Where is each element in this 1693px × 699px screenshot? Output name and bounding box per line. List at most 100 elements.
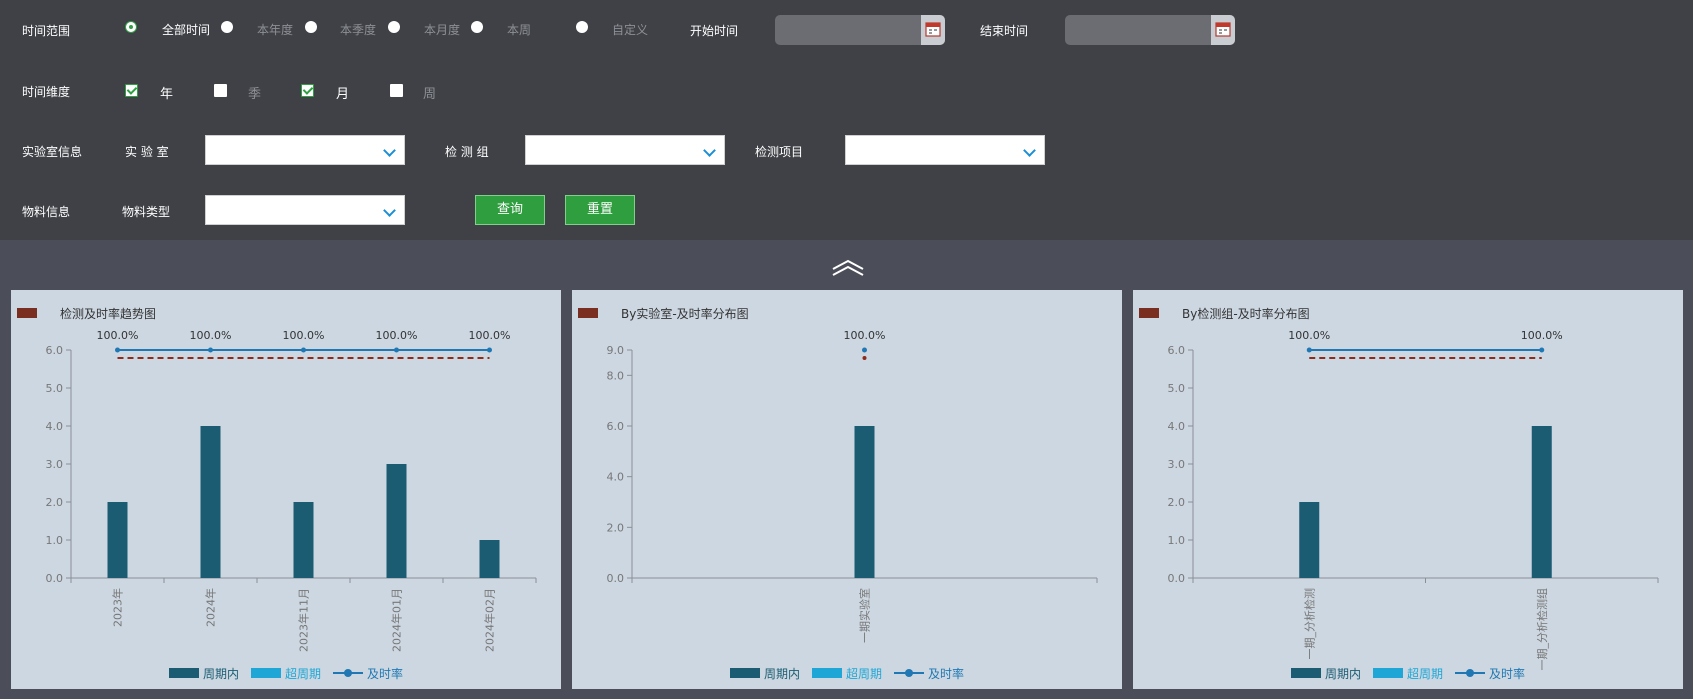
reset-button[interactable]: 重置	[565, 195, 635, 225]
legend-in-cycle-swatch	[1291, 668, 1321, 678]
group-label: 检 测 组	[445, 145, 489, 159]
radio-this-quarter-label[interactable]: 本季度	[340, 21, 376, 38]
lab-info-label: 实验室信息	[22, 145, 83, 159]
y-tick-label: 0.0	[1168, 572, 1186, 585]
legend-in-cycle-label: 周期内	[1325, 667, 1361, 681]
collapse-up-icon[interactable]	[830, 257, 866, 277]
rate-data-label: 100.0%	[469, 329, 511, 342]
calendar-icon	[1215, 22, 1231, 37]
radio-all-time-label[interactable]: 全部时间	[162, 21, 210, 38]
legend-in-cycle-label: 周期内	[203, 667, 239, 681]
lab-label: 实 验 室	[125, 145, 169, 159]
group-select[interactable]	[525, 135, 725, 165]
radio-custom[interactable]	[576, 21, 588, 33]
x-tick-label: 一期实验室	[858, 588, 872, 643]
legend-rate-label: 及时率	[928, 666, 964, 681]
y-tick-label: 0.0	[607, 572, 625, 585]
end-time-label: 结束时间	[980, 24, 1029, 38]
legend-in-cycle-swatch	[169, 668, 199, 678]
x-tick-label: 2024年02月	[483, 588, 497, 652]
radio-this-week[interactable]	[471, 21, 483, 33]
y-tick-label: 6.0	[607, 420, 625, 433]
end-calendar-button[interactable]	[1211, 15, 1235, 45]
bar-in-cycle	[1531, 426, 1552, 578]
query-button[interactable]: 查询	[475, 195, 545, 225]
legend-over-cycle-swatch	[1373, 668, 1403, 678]
checkbox-quarter[interactable]	[214, 84, 227, 97]
chevron-down-icon	[383, 204, 396, 217]
y-tick-label: 8.0	[607, 369, 625, 382]
radio-this-quarter[interactable]	[305, 21, 317, 33]
time-dimension-label: 时间维度	[22, 85, 71, 99]
y-tick-label: 1.0	[46, 534, 64, 547]
y-tick-label: 4.0	[46, 420, 64, 433]
legend-in-cycle-swatch	[730, 668, 760, 678]
y-tick-label: 5.0	[46, 382, 64, 395]
checkbox-month-label[interactable]: 月	[336, 83, 349, 102]
bar-in-cycle	[293, 502, 314, 578]
chevron-down-icon	[383, 144, 396, 157]
radio-this-month-label[interactable]: 本月度	[424, 21, 460, 38]
y-tick-label: 9.0	[607, 344, 625, 357]
rate-point	[862, 347, 867, 353]
radio-custom-label[interactable]: 自定义	[612, 21, 648, 38]
rate-data-label: 100.0%	[844, 329, 886, 342]
bar-in-cycle	[854, 426, 875, 578]
material-info-label: 物料信息	[22, 205, 71, 219]
rate-data-label: 100.0%	[376, 329, 418, 342]
x-tick-label: 2023年	[111, 588, 125, 627]
legend-rate-marker	[344, 669, 352, 677]
target-point	[862, 356, 867, 360]
rate-point	[394, 347, 399, 353]
chart-svg: 0.0 2.0 4.0 6.0 8.0 9.0 一期实验室 100.0% 周期内 超周期 及时率	[607, 329, 1098, 681]
chart-svg: 0.0 1.0 2.0 3.0 4.0 5.0 6.0 2023年 100.0% 2024年 100…	[46, 329, 537, 681]
end-time-input[interactable]	[1065, 15, 1235, 45]
legend-in-cycle-label: 周期内	[764, 667, 800, 681]
chart-panel-group: By检测组-及时率分布图 0.0 1.0 2.0 3.0 4.0 5.0 6.0 一期_分析检…	[1133, 290, 1683, 689]
checkbox-year[interactable]	[125, 84, 138, 97]
checkbox-week-label[interactable]: 周	[423, 83, 436, 102]
y-tick-label: 2.0	[1168, 496, 1186, 509]
rate-point	[208, 347, 213, 353]
lab-select[interactable]	[205, 135, 405, 165]
y-tick-label: 0.0	[46, 572, 64, 585]
item-select[interactable]	[845, 135, 1045, 165]
radio-this-year-label[interactable]: 本年度	[257, 21, 293, 38]
material-type-label: 物料类型	[122, 205, 171, 219]
legend-over-cycle-swatch	[251, 668, 281, 678]
radio-this-month[interactable]	[388, 21, 400, 33]
legend-over-cycle-label: 超周期	[285, 666, 321, 681]
start-time-label: 开始时间	[690, 24, 739, 38]
start-calendar-button[interactable]	[921, 15, 945, 45]
y-tick-label: 4.0	[607, 471, 625, 484]
checkbox-week[interactable]	[390, 84, 403, 97]
rate-point	[487, 347, 492, 353]
bar-in-cycle	[1299, 502, 1320, 578]
x-tick-label: 一期_分析检测	[1302, 588, 1316, 660]
legend-rate-marker	[905, 669, 913, 677]
start-time-input[interactable]	[775, 15, 945, 45]
checkbox-month[interactable]	[301, 84, 314, 97]
checkbox-year-label[interactable]: 年	[160, 83, 173, 102]
radio-this-week-label[interactable]: 本周	[507, 21, 531, 38]
chart-svg: 0.0 1.0 2.0 3.0 4.0 5.0 6.0 一期_分析检测 100.0% 一期_分析检…	[1168, 329, 1659, 681]
radio-this-year[interactable]	[221, 21, 233, 33]
x-tick-label: 2024年01月	[390, 588, 404, 652]
legend-over-cycle-swatch	[812, 668, 842, 678]
legend-rate-marker	[1466, 669, 1474, 677]
material-type-select[interactable]	[205, 195, 405, 225]
rate-data-label: 100.0%	[1288, 329, 1330, 342]
rate-data-label: 100.0%	[97, 329, 139, 342]
rate-data-label: 100.0%	[283, 329, 325, 342]
rate-point	[1539, 347, 1545, 353]
calendar-icon	[925, 22, 941, 37]
rate-data-label: 100.0%	[190, 329, 232, 342]
chevron-down-icon	[1023, 144, 1036, 157]
rate-point	[1306, 347, 1312, 353]
x-tick-label: 2024年	[204, 588, 218, 627]
radio-all-time[interactable]	[125, 21, 137, 33]
checkbox-quarter-label[interactable]: 季	[248, 83, 261, 102]
y-tick-label: 4.0	[1168, 420, 1186, 433]
legend-over-cycle-label: 超周期	[1407, 666, 1443, 681]
y-tick-label: 2.0	[46, 496, 64, 509]
